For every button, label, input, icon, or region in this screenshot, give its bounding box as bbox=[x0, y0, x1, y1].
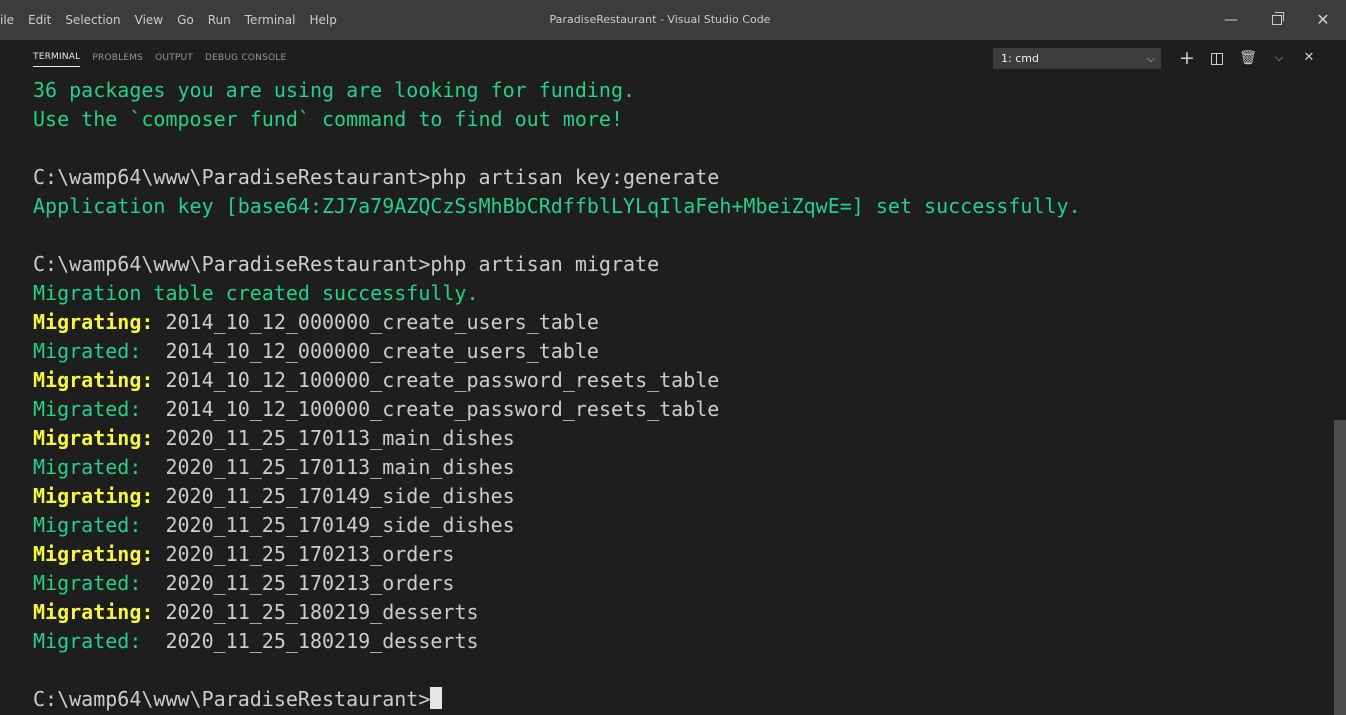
restore-button[interactable] bbox=[1254, 0, 1300, 40]
migration-name: 2020_11_25_170113_main_dishes bbox=[153, 426, 515, 450]
maximize-panel-button[interactable]: ⌵ bbox=[1269, 46, 1289, 70]
terminal-select-value: 1: cmd bbox=[1001, 52, 1039, 65]
prompt-text: C:\wamp64\www\ParadiseRestaurant> bbox=[33, 687, 431, 711]
migrating-label: Migrating: bbox=[33, 310, 154, 334]
tab-debug-console[interactable]: DEBUG CONSOLE bbox=[205, 40, 286, 76]
menu-selection[interactable]: Selection bbox=[58, 0, 127, 40]
migrating-label: Migrating: bbox=[33, 600, 154, 624]
terminal-line: C:\wamp64\www\ParadiseRestaurant>php art… bbox=[33, 165, 720, 189]
window-title: ParadiseRestaurant - Visual Studio Code bbox=[549, 13, 771, 26]
migration-name: 2020_11_25_170149_side_dishes bbox=[153, 513, 515, 537]
terminal-line: Application key [base64:ZJ7a79AZQCzSsMhB… bbox=[33, 194, 1081, 218]
migration-name: 2020_11_25_180219_desserts bbox=[153, 600, 479, 624]
close-panel-button[interactable]: ✕ bbox=[1299, 46, 1319, 70]
tab-output[interactable]: OUTPUT bbox=[155, 40, 193, 76]
migrating-label: Migrating: bbox=[33, 542, 154, 566]
migrated-label: Migrated: bbox=[33, 455, 154, 479]
migrated-label: Migrated: bbox=[33, 339, 154, 363]
migrated-label: Migrated: bbox=[33, 397, 154, 421]
terminal-line: Migrating: 2020_11_25_170113_main_dishes bbox=[33, 424, 1323, 453]
tab-problems[interactable]: PROBLEMS bbox=[92, 40, 143, 76]
migration-name: 2020_11_25_170213_orders bbox=[153, 571, 455, 595]
migrated-label: Migrated: bbox=[33, 629, 154, 653]
split-terminal-button[interactable] bbox=[1207, 46, 1227, 70]
menu-edit[interactable]: Edit bbox=[21, 0, 58, 40]
terminal-line: Migration table created successfully. bbox=[33, 281, 479, 305]
menu-help[interactable]: Help bbox=[302, 0, 343, 40]
migrating-label: Migrating: bbox=[33, 426, 154, 450]
chevron-down-icon: ⌵ bbox=[1146, 52, 1155, 65]
menu-view[interactable]: View bbox=[128, 0, 170, 40]
menu-run[interactable]: Run bbox=[201, 0, 238, 40]
minimize-icon: — bbox=[1224, 12, 1238, 28]
chevron-down-icon: ⌵ bbox=[1274, 51, 1284, 64]
terminal-line: C:\wamp64\www\ParadiseRestaurant> bbox=[33, 685, 1323, 714]
terminal-line: Migrating: 2020_11_25_180219_desserts bbox=[33, 598, 1323, 627]
title-bar: ile Edit Selection View Go Run Terminal … bbox=[0, 0, 1346, 40]
tab-terminal[interactable]: TERMINAL bbox=[33, 50, 81, 67]
migration-name: 2020_11_25_180219_desserts bbox=[153, 629, 479, 653]
restore-icon bbox=[1272, 12, 1284, 25]
terminal-line: Migrated: 2014_10_12_100000_create_passw… bbox=[33, 395, 1323, 424]
trash-icon: 🗑 bbox=[1239, 50, 1257, 66]
terminal-line: Migrated: 2020_11_25_170149_side_dishes bbox=[33, 511, 1323, 540]
terminal-cursor bbox=[430, 687, 443, 709]
close-icon: ✕ bbox=[1316, 10, 1330, 29]
migration-name: 2014_10_12_000000_create_users_table bbox=[153, 339, 599, 363]
terminal-line: Use the `composer fund` command to find … bbox=[33, 107, 624, 131]
terminal-line: Migrated: 2020_11_25_170113_main_dishes bbox=[33, 453, 1323, 482]
menu-file[interactable]: ile bbox=[0, 0, 21, 40]
terminal-line: Migrated: 2020_11_25_170213_orders bbox=[33, 569, 1323, 598]
panel-header: TERMINAL PROBLEMS OUTPUT DEBUG CONSOLE 1… bbox=[0, 40, 1346, 76]
terminal-line: C:\wamp64\www\ParadiseRestaurant>php art… bbox=[33, 252, 660, 276]
minimize-button[interactable]: — bbox=[1208, 0, 1254, 40]
migration-name: 2020_11_25_170149_side_dishes bbox=[153, 484, 515, 508]
migration-name: 2020_11_25_170213_orders bbox=[153, 542, 455, 566]
terminal-line: Migrating: 2014_10_12_000000_create_user… bbox=[33, 308, 1323, 337]
terminal-line: Migrated: 2020_11_25_180219_desserts bbox=[33, 627, 1323, 656]
terminal-line: 36 packages you are using are looking fo… bbox=[33, 78, 636, 102]
terminal-select[interactable]: 1: cmd ⌵ bbox=[993, 48, 1161, 69]
terminal-line: Migrating: 2014_10_12_100000_create_pass… bbox=[33, 366, 1323, 395]
migrating-label: Migrating: bbox=[33, 484, 154, 508]
terminal-line: Migrated: 2014_10_12_000000_create_users… bbox=[33, 337, 1323, 366]
menu-bar: ile Edit Selection View Go Run Terminal … bbox=[0, 0, 344, 40]
terminal-scrollbar[interactable] bbox=[1334, 420, 1346, 715]
migrating-label: Migrating: bbox=[33, 368, 154, 392]
migrated-label: Migrated: bbox=[33, 513, 154, 537]
migration-name: 2020_11_25_170113_main_dishes bbox=[153, 455, 515, 479]
migration-name: 2014_10_12_100000_create_password_resets… bbox=[153, 368, 720, 392]
terminal-line: Migrating: 2020_11_25_170213_orders bbox=[33, 540, 1323, 569]
menu-terminal[interactable]: Terminal bbox=[238, 0, 303, 40]
migration-name: 2014_10_12_100000_create_password_resets… bbox=[153, 397, 720, 421]
plus-icon: + bbox=[1179, 47, 1195, 69]
new-terminal-button[interactable]: + bbox=[1177, 46, 1197, 70]
terminal-output[interactable]: 36 packages you are using are looking fo… bbox=[33, 76, 1323, 715]
migrated-label: Migrated: bbox=[33, 571, 154, 595]
close-icon: ✕ bbox=[1303, 50, 1315, 65]
migration-name: 2014_10_12_000000_create_users_table bbox=[153, 310, 599, 334]
split-icon bbox=[1211, 52, 1223, 65]
panel-tabs: TERMINAL PROBLEMS OUTPUT DEBUG CONSOLE bbox=[33, 40, 298, 76]
menu-go[interactable]: Go bbox=[170, 0, 201, 40]
close-window-button[interactable]: ✕ bbox=[1300, 0, 1346, 40]
terminal-line: Migrating: 2020_11_25_170149_side_dishes bbox=[33, 482, 1323, 511]
kill-terminal-button[interactable]: 🗑 bbox=[1238, 46, 1258, 70]
